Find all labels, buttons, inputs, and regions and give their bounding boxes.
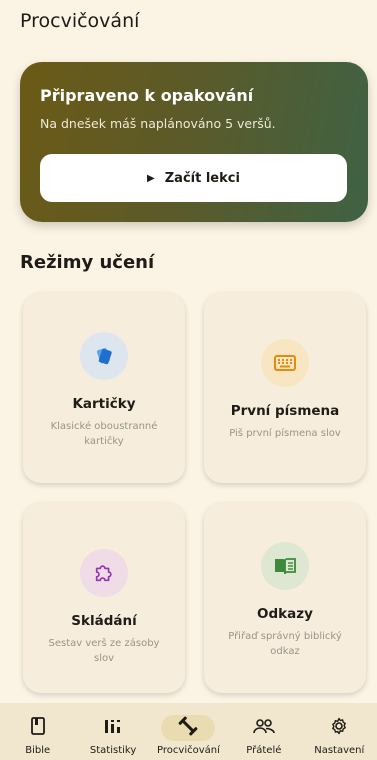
card-title: Odkazy [257,606,313,622]
review-card: Připraveno k opakování Na dnešek máš nap… [20,62,368,222]
mode-card-assembly[interactable]: Skládání Sestav verš ze zásoby slov [23,503,185,693]
page-title: Procvičování [20,10,140,32]
card-description: Piš první písmena slov [229,428,341,439]
nav-label: Přátelé [246,745,282,756]
card-description: Klasické oboustranné kartičky [50,421,158,447]
nav-item-statistics[interactable]: Statistiky [76,703,151,760]
nav-item-practice[interactable]: Procvičování [151,703,226,760]
mode-card-first-letters[interactable]: První písmena Piš první písmena slov [204,293,366,483]
bible-icon [30,717,45,739]
card-title: První písmena [230,403,340,419]
card-description: Sestav verš ze zásoby slov [48,638,160,664]
people-icon [253,718,275,738]
nav-label: Statistiky [89,745,137,756]
puzzle-icon [80,549,128,597]
start-lesson-button[interactable]: ▶ Začít lekci [40,154,347,202]
nav-label: Bible [25,745,51,756]
review-title: Připraveno k opakování [40,86,254,105]
dumbbell-icon [178,716,198,740]
bottom-navigation: Bible Statistiky Procvičování Přátelé Na… [0,703,377,760]
mode-card-references[interactable]: Odkazy Přiřaď správný biblický odkaz [204,503,366,693]
card-description: Přiřaď správný biblický odkaz [228,631,342,657]
card-title: Skládání [71,613,137,629]
start-lesson-label: Začít lekci [164,170,240,186]
keyboard-icon [261,339,309,387]
section-title: Režimy učení [20,252,155,273]
review-subtitle: Na dnešek máš naplánováno 5 veršů. [40,116,276,131]
gear-icon [330,717,348,739]
nav-item-bible[interactable]: Bible [0,703,75,760]
stats-icon [104,718,122,738]
mode-card-flashcards[interactable]: Kartičky Klasické oboustranné kartičky [23,293,185,483]
nav-item-settings[interactable]: Nastavení [302,703,377,760]
book-icon [261,542,309,590]
card-title: Kartičky [72,396,136,412]
play-icon: ▶ [147,172,155,184]
nav-item-friends[interactable]: Přátelé [226,703,301,760]
nav-label: Procvičování [157,745,220,756]
nav-label: Nastavení [314,745,365,756]
cards-icon [80,332,128,380]
